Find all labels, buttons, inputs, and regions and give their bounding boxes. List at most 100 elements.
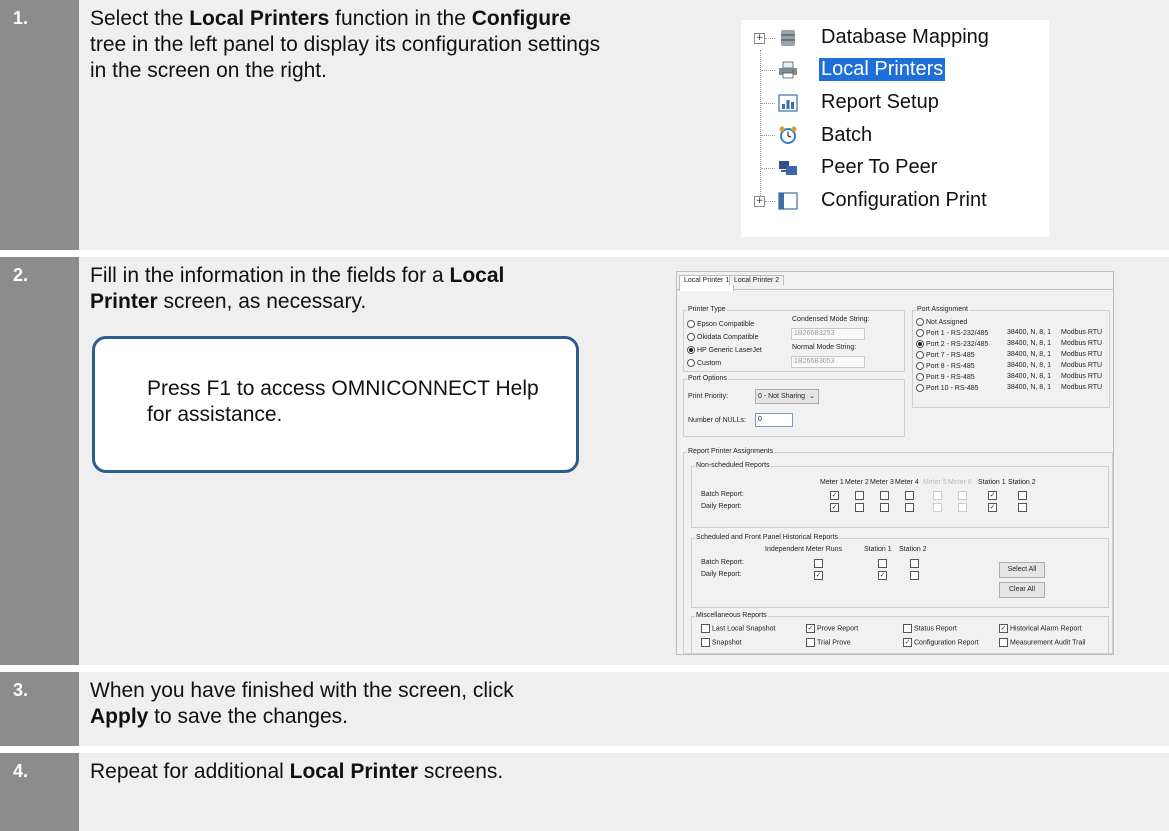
- tree-line: [761, 135, 775, 136]
- step-text-part: Select the: [90, 7, 190, 30]
- tree-item-configuration-print[interactable]: Configuration Print: [821, 189, 987, 212]
- port-option[interactable]: Port 2 - RS-232/485: [916, 340, 988, 348]
- checkbox-checked[interactable]: ✓: [988, 503, 997, 512]
- checkbox[interactable]: [905, 491, 914, 500]
- printer-option[interactable]: Custom: [687, 359, 721, 367]
- tree-line: [761, 168, 775, 169]
- tree-item-database-mapping[interactable]: Database Mapping: [821, 26, 989, 49]
- checkbox: [903, 624, 912, 633]
- checkbox-checked: ✓: [806, 624, 815, 633]
- step-text-part: screens.: [418, 760, 504, 783]
- radio-icon: [916, 351, 924, 359]
- expand-icon[interactable]: +: [754, 33, 765, 44]
- checkbox: [999, 638, 1008, 647]
- checkbox[interactable]: [905, 503, 914, 512]
- step-number: 4.: [13, 761, 29, 781]
- checkbox-checked[interactable]: ✓: [988, 491, 997, 500]
- clear-all-button[interactable]: Clear All: [999, 582, 1045, 598]
- tree-item-batch[interactable]: Batch: [821, 124, 872, 147]
- misc-report-item[interactable]: Snapshot: [701, 638, 742, 647]
- checkbox-checked[interactable]: ✓: [830, 503, 839, 512]
- checkbox[interactable]: [880, 491, 889, 500]
- step-text: Repeat for additional Local Printer scre…: [90, 759, 510, 785]
- condensed-field[interactable]: 1B266B3253: [791, 328, 865, 340]
- checkbox[interactable]: [855, 503, 864, 512]
- port-option[interactable]: Port 1 - RS-232/485: [916, 329, 988, 337]
- misc-report-item[interactable]: Measurement Audit Trail: [999, 638, 1085, 647]
- step-row-4: 4. Repeat for additional Local Printer s…: [0, 753, 1169, 831]
- checkbox: [701, 624, 710, 633]
- port-assignment-title: Port Assignment: [916, 306, 969, 313]
- checkbox-checked[interactable]: ✓: [830, 491, 839, 500]
- misc-report-label: Status Report: [914, 625, 957, 633]
- port-options-group: [683, 379, 905, 437]
- row-label: Batch Report:: [701, 491, 744, 498]
- tree-item-report-setup[interactable]: Report Setup: [821, 91, 939, 114]
- normal-label: Normal Mode String:: [792, 344, 857, 351]
- alarm-clock-icon: [779, 126, 797, 144]
- misc-report-item[interactable]: Last Local Snapshot: [701, 624, 775, 633]
- radio-icon: [916, 318, 924, 326]
- checkbox-checked: ✓: [999, 624, 1008, 633]
- checkbox[interactable]: [814, 559, 823, 568]
- port-option[interactable]: Port 7 - RS-485: [916, 351, 975, 359]
- misc-report-item[interactable]: Status Report: [903, 624, 957, 633]
- port-option[interactable]: Port 9 - RS-485: [916, 373, 975, 381]
- step-bold-term: Local Printer: [289, 760, 419, 783]
- misc-report-label: Last Local Snapshot: [712, 625, 776, 633]
- row-label: Daily Report:: [701, 571, 742, 578]
- radio-selected-icon: [687, 346, 695, 354]
- radio-icon: [687, 359, 695, 367]
- step-text-part: tree in the left panel to display its co…: [90, 33, 601, 82]
- normal-field[interactable]: 1B266B3053: [791, 356, 865, 368]
- tab-local-printer-2[interactable]: Local Printer 2: [729, 275, 785, 285]
- checkbox[interactable]: [910, 571, 919, 580]
- checkbox[interactable]: [1018, 503, 1027, 512]
- checkbox[interactable]: [880, 503, 889, 512]
- checkbox-checked[interactable]: ✓: [814, 571, 823, 580]
- misc-report-item[interactable]: ✓ Configuration Report: [903, 638, 979, 647]
- sched-title: Scheduled and Front Panel Historical Rep…: [695, 534, 840, 541]
- print-priority-value: 0 - Not Sharing: [758, 393, 806, 400]
- print-priority-select[interactable]: 0 - Not Sharing ⌄: [755, 389, 819, 404]
- port-option-label: Port 7 - RS-485: [926, 351, 975, 359]
- port-settings: 38400, N, 8, 1: [1007, 340, 1051, 347]
- misc-report-item[interactable]: ✓ Prove Report: [806, 624, 858, 633]
- tab-local-printer-1[interactable]: Local Printer 1: [679, 275, 735, 291]
- step-number-box: 2.: [0, 257, 79, 665]
- column-header: Station 1: [864, 546, 892, 553]
- checkbox[interactable]: [1018, 491, 1027, 500]
- printer-option[interactable]: Okidata Compatible: [687, 333, 758, 341]
- checkbox[interactable]: [910, 559, 919, 568]
- misc-report-item[interactable]: ✓ Historical Alarm Report: [999, 624, 1082, 633]
- nulls-field[interactable]: 0: [755, 413, 793, 427]
- help-callout-text: Press F1 to access OMNICONNECT Help for …: [147, 377, 539, 426]
- checkbox[interactable]: [878, 559, 887, 568]
- step-number-box: 3.: [0, 672, 79, 746]
- printer-option[interactable]: HP Generic LaserJet: [687, 346, 762, 354]
- port-settings: 38400, N, 8, 1: [1007, 329, 1051, 336]
- step-number: 2.: [13, 265, 29, 285]
- printer-option-label: HP Generic LaserJet: [697, 346, 762, 354]
- database-icon: [781, 30, 795, 46]
- select-all-button[interactable]: Select All: [999, 562, 1045, 578]
- tree-item-local-printers[interactable]: Local Printers: [819, 58, 946, 81]
- checkbox-checked[interactable]: ✓: [878, 571, 887, 580]
- port-option[interactable]: Not Assigned: [916, 318, 967, 326]
- step-bold-term: Apply: [90, 705, 149, 728]
- port-option[interactable]: Port 10 - RS-485: [916, 384, 979, 392]
- printer-icon: [779, 61, 797, 79]
- port-option[interactable]: Port 8 - RS-485: [916, 362, 975, 370]
- checkbox-checked: ✓: [903, 638, 912, 647]
- column-header: Independent Meter Runs: [765, 546, 843, 553]
- step-text-part: Repeat for additional: [90, 760, 290, 783]
- expand-icon[interactable]: +: [754, 196, 765, 207]
- printer-option[interactable]: Epson Compatible: [687, 320, 754, 328]
- port-option-label: Port 8 - RS-485: [926, 362, 975, 370]
- step-row-3: 3. When you have finished with the scree…: [0, 672, 1169, 746]
- tree-item-peer-to-peer[interactable]: Peer To Peer: [821, 156, 937, 179]
- checkbox[interactable]: [855, 491, 864, 500]
- checkbox: [958, 491, 967, 500]
- report-assign-title: Report Printer Assignments: [687, 448, 775, 455]
- misc-report-item[interactable]: Trial Prove: [806, 638, 851, 647]
